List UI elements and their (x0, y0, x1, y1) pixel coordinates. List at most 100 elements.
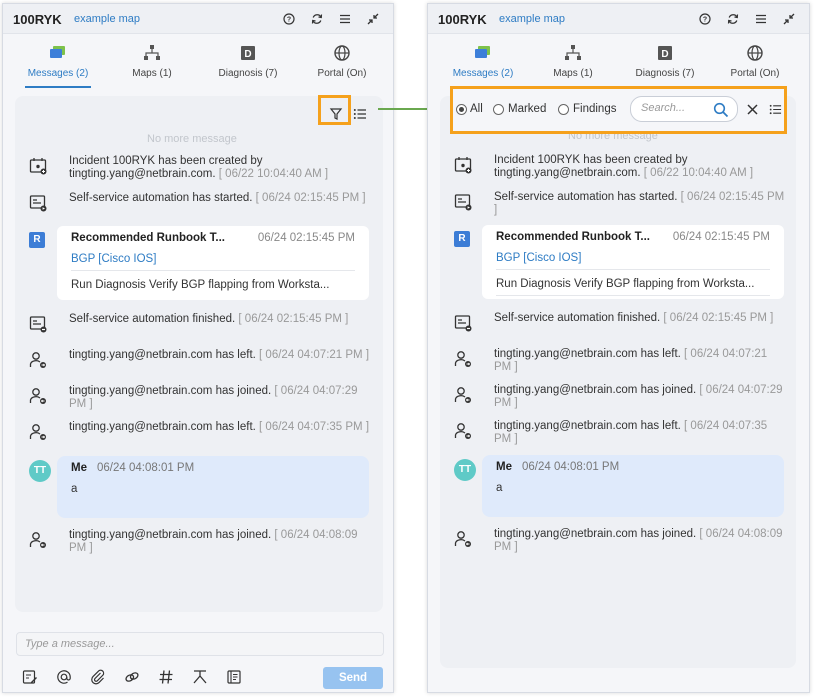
mention-icon[interactable] (55, 668, 73, 686)
runbook-title[interactable]: Recommended Runbook T... (496, 231, 650, 243)
tab-portal[interactable]: Portal (On) (728, 42, 782, 86)
message-text: tingting.yang@netbrain.com has joined. (494, 384, 697, 396)
user-left-icon (454, 351, 471, 367)
tab-messages[interactable]: Messages (2) (25, 42, 91, 88)
panel-header: 100RYK example map ? (3, 4, 393, 34)
attachment-icon[interactable] (89, 668, 107, 686)
refresh-icon[interactable] (309, 11, 325, 27)
incident-title: 100RYK (13, 12, 62, 27)
runbook-description[interactable]: Run Diagnosis Verify BGP flapping from W… (71, 279, 355, 291)
tab-diagnosis-label: Diagnosis (7) (218, 68, 278, 79)
tab-diagnosis[interactable]: D Diagnosis (7) (213, 42, 283, 86)
tab-maps-label: Maps (1) (553, 68, 593, 79)
runbook-card[interactable]: Recommended Runbook T... 06/24 02:15:45 … (57, 226, 369, 300)
user-joined-icon (454, 531, 471, 547)
my-message-card[interactable]: Me 06/24 04:08:01 PM a (57, 456, 369, 518)
message-text: a (496, 482, 503, 494)
menu-icon[interactable] (337, 11, 353, 27)
tab-messages-label: Messages (2) (27, 68, 89, 79)
active-tab-indicator (25, 86, 91, 88)
tab-bar: Messages (2) Maps (1) D Diagnosis (7) Po… (428, 42, 809, 88)
notes-icon[interactable] (225, 668, 243, 686)
runbook-icon: R (454, 231, 470, 247)
automation-finished-icon (454, 315, 472, 332)
maps-icon (565, 45, 581, 60)
message-input[interactable]: Type a message... (16, 632, 384, 656)
incident-created-icon (29, 158, 47, 175)
message-text: tingting.yang@netbrain.com has left. (494, 420, 681, 432)
avatar: TT (454, 459, 476, 481)
messages-icon (50, 46, 65, 58)
user-joined-icon (29, 532, 46, 548)
message-text: Self-service automation finished. (494, 312, 661, 324)
template-icon[interactable] (21, 668, 39, 686)
topology-icon[interactable] (191, 668, 209, 686)
sender-name: Me (496, 461, 512, 473)
divider (71, 270, 355, 271)
runbook-description[interactable]: Run Diagnosis Verify BGP flapping from W… (496, 278, 770, 290)
tab-diagnosis-label: Diagnosis (7) (635, 68, 695, 79)
message-timestamp: [ 06/22 10:04:40 AM ] (643, 167, 754, 179)
tab-portal[interactable]: Portal (On) (315, 42, 369, 86)
message-timestamp: 06/24 04:08:01 PM (522, 461, 620, 473)
divider (496, 269, 770, 270)
no-more-message: No more message (147, 133, 237, 145)
runbook-title[interactable]: Recommended Runbook T... (71, 232, 225, 244)
diagnosis-icon: D (241, 46, 255, 60)
collapse-icon[interactable] (781, 11, 797, 27)
message-timestamp: [ 06/24 02:15:45 PM ] (663, 312, 774, 324)
message-timestamp: [ 06/24 02:15:45 PM ] (255, 192, 366, 204)
link-icon[interactable] (123, 668, 141, 686)
user-left-icon (29, 424, 46, 440)
user-left-icon (29, 352, 46, 368)
message-text: Self-service automation finished. (69, 313, 236, 325)
runbook-link[interactable]: BGP [Cisco IOS] (496, 252, 581, 264)
message-list[interactable]: No more message Incident 100RYK has been… (440, 96, 796, 668)
svg-text:?: ? (287, 17, 291, 24)
tab-maps[interactable]: Maps (1) (548, 42, 598, 86)
diagnosis-icon: D (658, 46, 672, 60)
message-text: tingting.yang@netbrain.com has left. (69, 349, 256, 361)
incident-created-icon (454, 157, 472, 174)
message-list[interactable]: No more message Incident 100RYK has been… (15, 96, 383, 612)
automation-started-icon (29, 195, 47, 212)
message-text: Self-service automation has started. (69, 192, 253, 204)
message-text: tingting.yang@netbrain.com has joined. (69, 385, 272, 397)
tab-diagnosis[interactable]: D Diagnosis (7) (630, 42, 700, 86)
list-icon[interactable] (353, 107, 367, 121)
incident-title: 100RYK (438, 12, 487, 27)
tab-messages-label: Messages (2) (452, 68, 514, 79)
user-joined-icon (29, 388, 46, 404)
message-text: a (71, 483, 78, 495)
help-icon[interactable]: ? (697, 11, 713, 27)
automation-finished-icon (29, 316, 47, 333)
messages-icon (475, 46, 490, 58)
composer-toolbar (21, 668, 243, 686)
globe-icon (747, 45, 763, 61)
send-button[interactable]: Send (323, 667, 383, 689)
message-text: tingting.yang@netbrain.com has left. (494, 348, 681, 360)
runbook-timestamp: 06/24 02:15:45 PM (257, 232, 355, 244)
runbook-icon: R (29, 232, 45, 248)
message-text: Self-service automation has started. (494, 191, 678, 203)
automation-started-icon (454, 194, 472, 211)
user-joined-icon (454, 387, 471, 403)
filter-highlight (318, 95, 351, 125)
runbook-link[interactable]: BGP [Cisco IOS] (71, 253, 156, 265)
sender-name: Me (71, 462, 87, 474)
tab-portal-label: Portal (On) (317, 68, 367, 79)
tab-messages[interactable]: Messages (2) (450, 42, 516, 88)
map-link[interactable]: example map (74, 13, 140, 25)
tab-maps[interactable]: Maps (1) (127, 42, 177, 86)
runbook-card[interactable]: Recommended Runbook T... 06/24 02:15:45 … (482, 225, 784, 299)
my-message-card[interactable]: Me 06/24 04:08:01 PM a (482, 455, 784, 517)
divider (496, 295, 770, 296)
filter-bar-highlight (450, 86, 787, 134)
hashtag-icon[interactable] (157, 668, 175, 686)
refresh-icon[interactable] (725, 11, 741, 27)
message-text: tingting.yang@netbrain.com has left. (69, 421, 256, 433)
help-icon[interactable]: ? (281, 11, 297, 27)
map-link[interactable]: example map (499, 13, 565, 25)
menu-icon[interactable] (753, 11, 769, 27)
collapse-icon[interactable] (365, 11, 381, 27)
